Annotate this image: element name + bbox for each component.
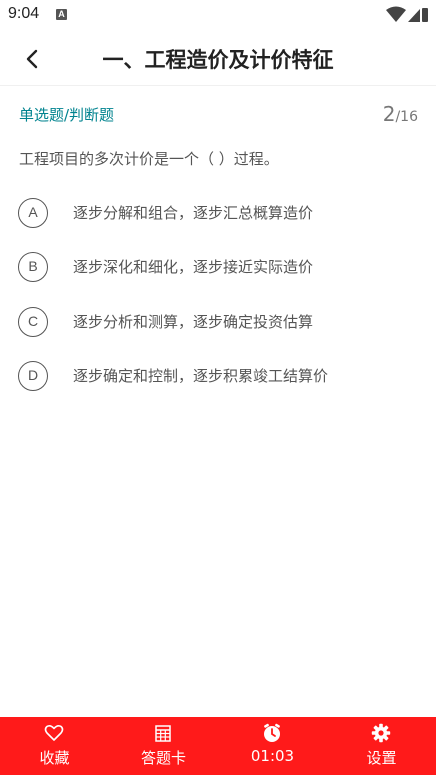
option-text: 逐步分析和测算，逐步确定投资估算 xyxy=(73,313,314,331)
header: 一、工程造价及计价特征 xyxy=(0,30,436,86)
status-icons xyxy=(386,6,428,22)
option-letter: D xyxy=(18,361,48,391)
tab-label: 收藏 xyxy=(39,749,70,767)
option-text: 逐步分解和组合，逐步汇总概算造价 xyxy=(73,204,314,222)
clock-icon xyxy=(264,723,280,742)
wifi-icon xyxy=(386,6,406,22)
battery-icon xyxy=(422,8,428,22)
heart-icon xyxy=(44,725,64,741)
tab-timer[interactable]: 01:03 xyxy=(218,717,327,775)
option-a[interactable]: A 逐步分解和组合，逐步汇总概算造价 xyxy=(18,198,418,234)
signal-icon xyxy=(408,9,420,22)
notification-icon: A xyxy=(56,9,67,20)
question-progress: 2/16 xyxy=(383,102,418,126)
question-text: 工程项目的多次计价是一个（ ）过程。 xyxy=(19,150,279,168)
option-d[interactable]: D 逐步确定和控制，逐步积累竣工结算价 xyxy=(18,361,418,397)
page-title: 一、工程造价及计价特征 xyxy=(102,48,334,72)
gear-icon xyxy=(371,723,391,743)
option-text: 逐步深化和细化，逐步接近实际造价 xyxy=(73,258,314,276)
tab-settings[interactable]: 设置 xyxy=(327,717,436,775)
tab-label: 答题卡 xyxy=(140,749,186,767)
timer-label: 01:03 xyxy=(250,747,295,765)
question-type-label: 单选题/判断题 xyxy=(19,106,115,124)
total-questions: /16 xyxy=(395,109,418,125)
option-letter: A xyxy=(18,198,48,228)
option-b[interactable]: B 逐步深化和细化，逐步接近实际造价 xyxy=(18,252,418,288)
option-text: 逐步确定和控制，逐步积累竣工结算价 xyxy=(73,367,329,385)
tab-favorite[interactable]: 收藏 xyxy=(0,717,109,775)
status-bar: 9:04 A xyxy=(0,0,436,30)
current-question-number: 2 xyxy=(382,102,396,126)
option-letter: C xyxy=(18,307,48,337)
bottom-toolbar: 收藏 答题卡 01:03 设置 xyxy=(0,717,436,775)
tab-answer-card[interactable]: 答题卡 xyxy=(109,717,218,775)
status-time: 9:04 xyxy=(8,5,40,22)
grid-icon xyxy=(155,725,171,742)
option-c[interactable]: C 逐步分析和测算，逐步确定投资估算 xyxy=(18,307,418,343)
tab-label: 设置 xyxy=(366,749,397,767)
option-letter: B xyxy=(18,252,48,282)
